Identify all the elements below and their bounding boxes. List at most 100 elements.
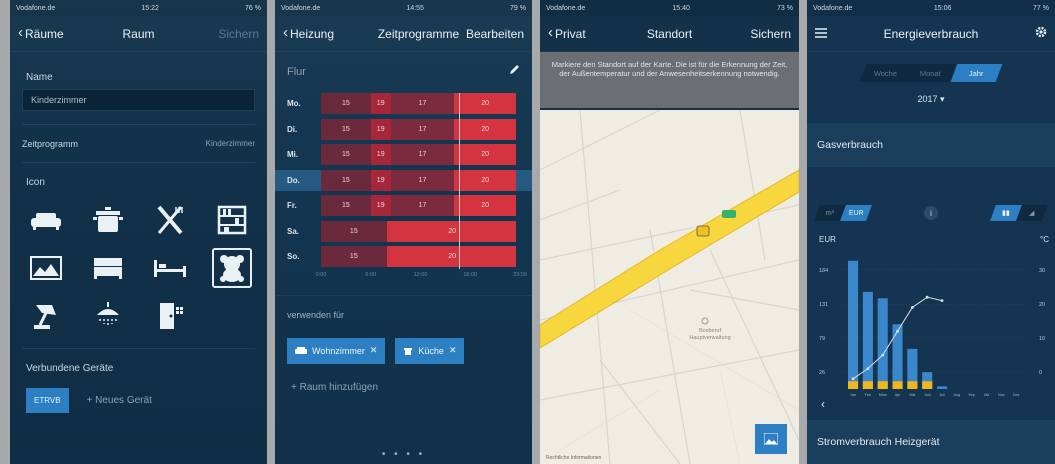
nav-bar: ‹ Privat Standort Sichern xyxy=(540,16,799,52)
shower-icon[interactable] xyxy=(88,296,128,336)
battery: 76 % xyxy=(245,4,261,12)
map-legal-link[interactable]: Rechtliche Informationen xyxy=(546,455,601,461)
cooking-pot-icon[interactable] xyxy=(88,200,128,240)
name-label: Name xyxy=(26,72,53,83)
y-tick-label: 79 xyxy=(819,336,825,342)
bar xyxy=(848,260,859,389)
x-tick-label: Sep xyxy=(969,393,975,397)
device-button[interactable]: ETRVB xyxy=(26,388,69,413)
x-tick-label: Jan xyxy=(850,393,856,397)
x-tick-label: Okt xyxy=(984,393,990,397)
period-month[interactable]: Monat xyxy=(905,64,957,82)
info-banner: Markiere den Standort auf der Karte. Die… xyxy=(540,52,799,108)
current-time-line xyxy=(459,93,460,269)
temperature-point xyxy=(940,299,944,302)
y2-tick-label: 0 xyxy=(1039,370,1042,376)
back-button[interactable]: ‹ Heizung xyxy=(283,25,334,41)
schedule-row[interactable]: Mo. 15 19 17 20 xyxy=(275,93,532,114)
add-room-button[interactable]: + Raum hinzufügen xyxy=(275,382,532,393)
close-icon[interactable]: ✕ xyxy=(370,345,378,356)
bar-base xyxy=(848,381,859,389)
temperature-point xyxy=(925,295,929,299)
status-bar: Vodafone.de 15:06 77 % xyxy=(807,0,1055,16)
clock: 14:55 xyxy=(406,4,424,12)
gas-chart-svg: 26 0 79 10 131 20 184 30 Jan Feb März Apr Mai Juni Jul… xyxy=(819,260,1045,397)
nav-bar: ‹ Heizung Zeitprogramme Bearbeiten xyxy=(275,16,532,52)
period-week[interactable]: Woche xyxy=(859,64,912,82)
y2-tick-label: 30 xyxy=(1039,268,1045,274)
period-year[interactable]: Jahr xyxy=(950,64,1003,82)
sofa-icon xyxy=(295,346,307,354)
electric-section-header[interactable]: Stromverbrauch Heizgerät xyxy=(807,420,1055,464)
door-icon[interactable] xyxy=(150,296,190,336)
map-layer-button[interactable] xyxy=(755,424,787,454)
save-button[interactable]: Sichern xyxy=(750,27,791,41)
back-button[interactable]: ‹ Privat xyxy=(548,24,586,41)
x-tick-label: Mai xyxy=(909,393,915,397)
sofa-icon[interactable] xyxy=(26,200,66,240)
pencil-icon[interactable] xyxy=(508,64,520,79)
chevron-left-icon: ‹ xyxy=(548,24,553,41)
x-tick-label: Juli xyxy=(939,393,945,397)
temperature-point xyxy=(910,306,914,309)
add-device-button[interactable]: + Neues Gerät xyxy=(87,395,152,406)
clock: 15:06 xyxy=(933,4,952,12)
bed-icon[interactable] xyxy=(88,248,128,288)
schedule-row[interactable]: Di. 15 19 17 20 xyxy=(275,118,532,140)
icon-label: Icon xyxy=(26,177,45,188)
x-tick-label: Apr xyxy=(895,393,901,397)
schedule-row[interactable]: Mi. 15 19 17 20 xyxy=(275,144,532,165)
room-chip-living[interactable]: Wohnzimmer ✕ xyxy=(287,337,386,364)
chevron-left-icon[interactable]: ‹ xyxy=(821,397,825,411)
icon-grid xyxy=(10,200,267,336)
schedule-row[interactable]: Zeitprogramm Kinderzimmer xyxy=(10,139,267,149)
gear-icon[interactable] xyxy=(1035,26,1047,41)
unit-eur[interactable]: EUR xyxy=(840,205,872,221)
save-button[interactable]: Sichern xyxy=(218,27,259,41)
single-bed-icon[interactable] xyxy=(150,248,190,288)
close-icon[interactable]: ✕ xyxy=(449,345,457,356)
y2-axis-title: °C xyxy=(1040,235,1049,244)
battery: 79 % xyxy=(510,4,526,12)
schedule-row[interactable]: So. 15 20 xyxy=(275,246,532,267)
battery: 73 % xyxy=(777,4,793,12)
x-tick-label: Dez xyxy=(1013,393,1020,397)
schedule-row[interactable]: Fr. 15 19 17 20 xyxy=(275,195,532,216)
picture-icon[interactable] xyxy=(26,248,66,288)
schedule-row[interactable]: Sa. 15 20 xyxy=(275,220,532,242)
area-chart-icon[interactable]: ◢ xyxy=(1016,205,1048,221)
x-tick-label: Feb xyxy=(865,393,871,397)
bar-base xyxy=(892,381,903,389)
nav-bar: ‹ Räume Raum Sichern xyxy=(10,16,267,52)
cutlery-icon[interactable] xyxy=(150,200,190,240)
edit-button[interactable]: Bearbeiten xyxy=(466,27,524,41)
temperature-point xyxy=(851,377,855,381)
y2-tick-label: 20 xyxy=(1039,302,1045,308)
bar xyxy=(937,386,948,389)
map[interactable]: Bosberuf Hauptverwaltung Rechtliche Info… xyxy=(540,110,799,464)
carrier: Vodafone.de xyxy=(281,4,321,12)
y-axis-title: EUR xyxy=(819,235,836,244)
bar-base xyxy=(922,381,933,389)
nav-bar: Energieverbrauch xyxy=(807,16,1055,52)
shelf-icon[interactable] xyxy=(212,200,252,240)
gas-section-header[interactable]: Gasverbrauch xyxy=(807,123,1055,167)
schedule-row-selected[interactable]: Do. 15 19 17 20 xyxy=(275,169,532,191)
bar xyxy=(877,298,888,389)
x-tick-label: März xyxy=(879,393,887,397)
room-chip-kitchen[interactable]: Küche ✕ xyxy=(395,337,465,364)
clock: 15:22 xyxy=(141,4,159,12)
y2-tick-label: 10 xyxy=(1039,336,1045,342)
teddy-bear-icon[interactable] xyxy=(212,248,252,288)
location-screen: Vodafone.de 15:40 73 % ‹ Privat Standort … xyxy=(540,0,799,464)
back-button[interactable]: ‹ Räume xyxy=(18,25,64,41)
year-dropdown[interactable]: 2017 ▾ xyxy=(807,94,1055,105)
menu-icon[interactable] xyxy=(815,27,827,41)
devices-label: Verbundene Geräte xyxy=(26,363,114,374)
cooking-pot-icon xyxy=(404,348,413,355)
y-tick-label: 131 xyxy=(819,302,828,308)
energy-screen: Vodafone.de 15:06 77 % Energieverbrauch … xyxy=(807,0,1055,464)
desk-lamp-icon[interactable] xyxy=(26,296,66,336)
name-field[interactable]: Kinderzimmer xyxy=(22,89,255,111)
info-icon[interactable]: i xyxy=(924,206,938,220)
